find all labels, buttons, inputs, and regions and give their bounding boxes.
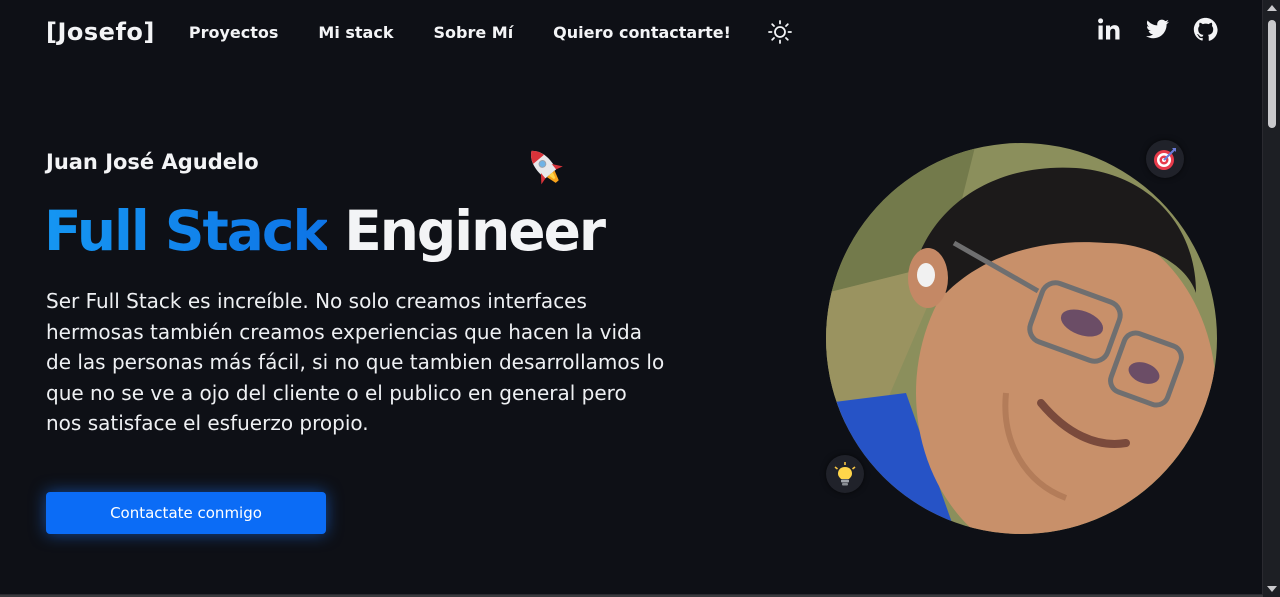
hero-description: Ser Full Stack es increíble. No solo cre… <box>46 289 665 435</box>
target-emoji-icon <box>1146 140 1184 178</box>
rocket-emoji-icon <box>518 142 572 192</box>
top-nav: [Josefo] Proyectos Mi stack Sobre Mí Qui… <box>46 12 793 52</box>
nav-link-contacto[interactable]: Quiero contactarte! <box>553 23 731 42</box>
profile-photo <box>826 143 1217 534</box>
nav-link-mi-stack[interactable]: Mi stack <box>318 23 393 42</box>
contact-me-button[interactable]: Contactate conmigo <box>46 492 326 534</box>
headline-accent: Full Stack <box>44 199 329 263</box>
scroll-down-arrow-icon[interactable] <box>1267 586 1277 592</box>
page: [Josefo] Proyectos Mi stack Sobre Mí Qui… <box>0 0 1263 595</box>
logo[interactable]: [Josefo] <box>46 18 155 46</box>
nav-link-sobre-mi[interactable]: Sobre Mí <box>433 23 513 42</box>
linkedin-icon[interactable] <box>1097 17 1122 42</box>
page-scrollbar[interactable] <box>1263 0 1280 597</box>
scroll-up-arrow-icon[interactable] <box>1267 5 1277 11</box>
github-icon[interactable] <box>1193 17 1218 42</box>
twitter-icon[interactable] <box>1145 17 1170 42</box>
theme-toggle-sun-icon[interactable] <box>767 19 793 45</box>
headline-rest: Engineer <box>344 199 606 263</box>
hero-headline: Full Stack Engineer <box>44 193 606 269</box>
lightbulb-emoji-icon <box>826 455 864 493</box>
scrollbar-thumb[interactable] <box>1268 20 1276 128</box>
hero-name: Juan José Agudelo <box>46 150 259 174</box>
nav-link-proyectos[interactable]: Proyectos <box>189 23 279 42</box>
